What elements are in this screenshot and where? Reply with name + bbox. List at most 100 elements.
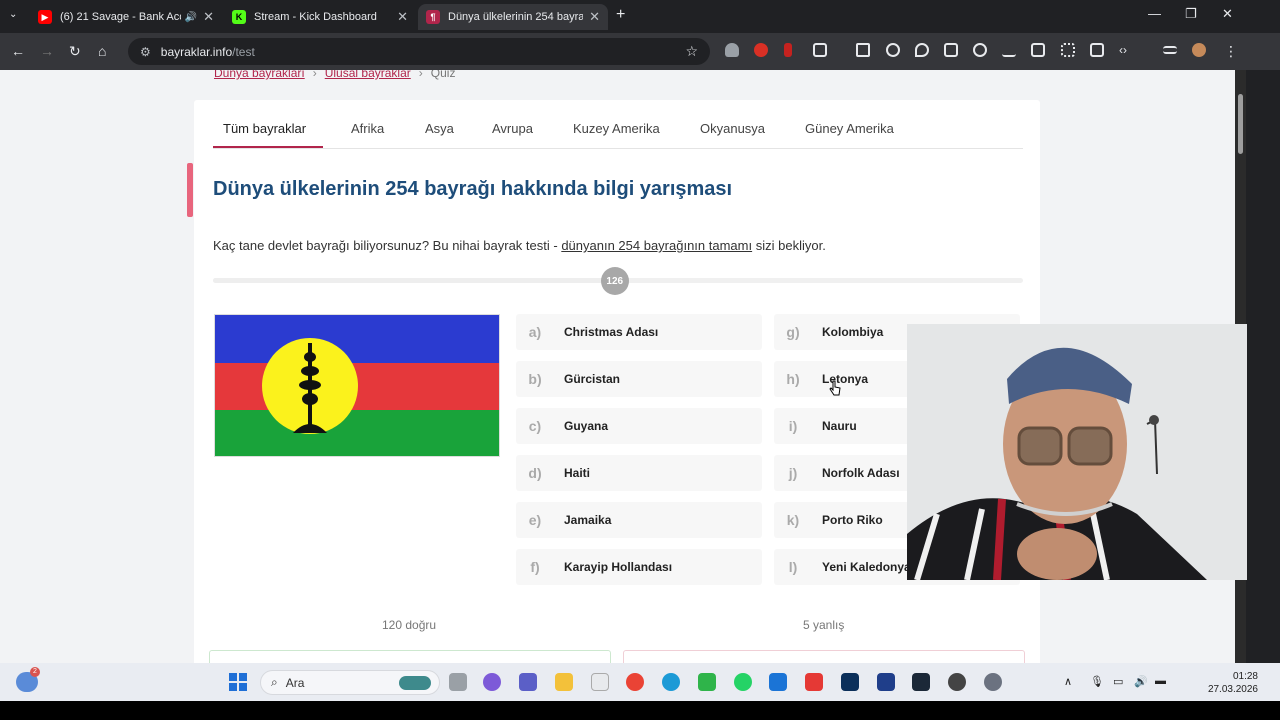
extensions-puzzle-icon[interactable] [813,43,827,57]
whatsapp-icon[interactable] [734,673,752,691]
obs-icon[interactable] [948,673,966,691]
breadcrumb-current: Quiz [430,70,456,80]
edge-icon[interactable] [662,673,680,691]
minimize-icon[interactable]: — [1148,6,1161,21]
option-letter: h) [786,371,800,387]
store-icon[interactable] [591,673,609,691]
close-tab-icon[interactable]: ✕ [203,9,214,25]
weather-badge: 2 [30,667,40,677]
red-extension-icon[interactable] [784,43,792,57]
breadcrumb: Dünya bayrakları › Ulusal bayraklar › Quiz [214,70,455,80]
answer-option[interactable]: e) Jamaika [516,502,762,538]
extension-badge-icon[interactable] [754,43,768,57]
browser-toolbar: ← → ↻ ⌂ ⚙ bayraklar.info/test ☆ ‹› ⋮ [0,33,1280,70]
option-label: Yeni Kaledonya [822,560,911,574]
file-explorer-icon[interactable] [555,673,573,691]
taskbar-search[interactable]: ⌕ Ara [260,670,440,695]
key-icon[interactable] [886,43,900,57]
browser-tab-kick[interactable]: K Stream - Kick Dashboard ✕ [224,4,416,30]
answer-option[interactable]: a) Christmas Adası [516,314,762,350]
clock-time: 01:28 [1232,671,1258,682]
home-icon[interactable]: ⌂ [98,43,106,59]
tab-north-america[interactable]: Kuzey Amerika [573,121,660,136]
copilot-icon[interactable] [483,673,501,691]
chrome-icon[interactable] [626,673,644,691]
tab-oceania[interactable]: Okyanusya [700,121,765,136]
site-info-icon[interactable]: ⚙ [140,45,151,59]
all-flags-link[interactable]: dünyanın 254 bayrağının tamamı [561,238,752,253]
close-tab-icon[interactable]: ✕ [397,9,408,25]
network-icon[interactable]: ▭ [1113,675,1123,688]
option-label: Porto Riko [822,513,883,527]
close-tab-icon[interactable]: ✕ [589,9,600,25]
microphone-icon[interactable]: 🎙 [1090,675,1104,688]
history-icon[interactable] [973,43,987,57]
steam-icon[interactable] [912,673,930,691]
tab-search-icon[interactable]: ⌄ [9,9,17,20]
start-icon[interactable] [229,673,247,691]
qr-icon[interactable] [1061,43,1075,57]
translate-icon[interactable] [1031,43,1045,57]
avatar[interactable] [1192,43,1206,57]
option-letter: j) [788,465,798,481]
blue-app-icon[interactable] [769,673,787,691]
category-tabs: Tüm bayraklar Afrika Asya Avrupa Kuzey A… [213,100,1023,149]
browser-tab-youtube[interactable]: ▶ (6) 21 Savage - Bank Accou 🔊 ✕ [30,4,222,30]
option-label: Gürcistan [564,372,621,386]
cast-icon[interactable] [1090,43,1104,57]
task-view-icon[interactable] [449,673,467,691]
title-accent [187,163,193,217]
tab-title: Stream - Kick Dashboard [254,11,377,23]
card-icon[interactable] [944,43,958,57]
answer-option[interactable]: d) Haiti [516,455,762,491]
restore-icon[interactable]: ❐ [1185,6,1197,22]
tab-asia[interactable]: Asya [425,121,454,136]
tray-overflow-icon[interactable]: ∧ [1064,675,1072,688]
breadcrumb-link[interactable]: Ulusal bayraklar [325,70,411,80]
browser-tab-quiz[interactable]: ¶ Dünya ülkelerinin 254 bayrağı h ✕ [418,4,608,30]
photoshop-icon[interactable] [841,673,859,691]
forward-icon[interactable]: → [40,43,54,59]
app-icon[interactable] [877,673,895,691]
bookmark-star-icon[interactable]: ☆ [685,43,698,60]
volume-icon[interactable]: 🔊 [1134,675,1148,688]
address-bar[interactable]: ⚙ bayraklar.info/test ☆ [128,38,710,65]
breadcrumb-link[interactable]: Dünya bayrakları [214,70,305,80]
intro-text: Kaç tane devlet bayrağı biliyorsunuz? Bu… [213,238,826,253]
teams-icon[interactable] [519,673,537,691]
green-app-icon[interactable] [698,673,716,691]
incognito-icon[interactable] [856,43,870,57]
hand-cursor-icon [829,380,841,396]
tab-south-america[interactable]: Güney Amerika [805,121,894,136]
wrong-count: 5 yanlış [803,618,845,632]
media-icon[interactable] [1163,46,1177,54]
tab-all-flags[interactable]: Tüm bayraklar [223,121,306,136]
location-icon[interactable] [915,43,929,57]
tab-title: (6) 21 Savage - Bank Accou [60,11,181,23]
red-app-icon[interactable] [805,673,823,691]
tab-africa[interactable]: Afrika [351,121,384,136]
clock[interactable]: 01:28 27.03.2026 [1208,670,1258,696]
settings-icon[interactable] [984,673,1002,691]
answer-option[interactable]: b) Gürcistan [516,361,762,397]
devtools-icon[interactable]: ‹› [1119,43,1133,57]
reload-icon[interactable]: ↻ [69,43,81,60]
option-letter: b) [528,371,542,387]
flag-image [214,314,500,457]
audio-icon[interactable]: 🔊 [185,12,197,23]
windows-taskbar: 2 ⌕ Ara ∧ 🎙 ▭ 🔊 ▬ 01:28 27.03.2026 [0,663,1280,701]
tab-europe[interactable]: Avrupa [492,121,533,136]
option-letter: c) [528,418,542,434]
battery-icon[interactable]: ▬ [1155,675,1166,687]
close-window-icon[interactable]: ✕ [1222,6,1233,22]
scroll-thumb[interactable] [1238,94,1243,154]
back-icon[interactable]: ← [11,43,25,59]
page-title: Dünya ülkelerinin 254 bayrağı hakkında b… [213,178,733,200]
shield-extension-icon[interactable] [725,43,739,57]
download-icon[interactable] [1002,43,1016,57]
new-tab-icon[interactable]: + [616,6,625,24]
menu-icon[interactable]: ⋮ [1224,43,1238,60]
answer-option[interactable]: f) Karayip Hollandası [516,549,762,585]
answer-option[interactable]: c) Guyana [516,408,762,444]
correct-count: 120 doğru [382,618,437,632]
